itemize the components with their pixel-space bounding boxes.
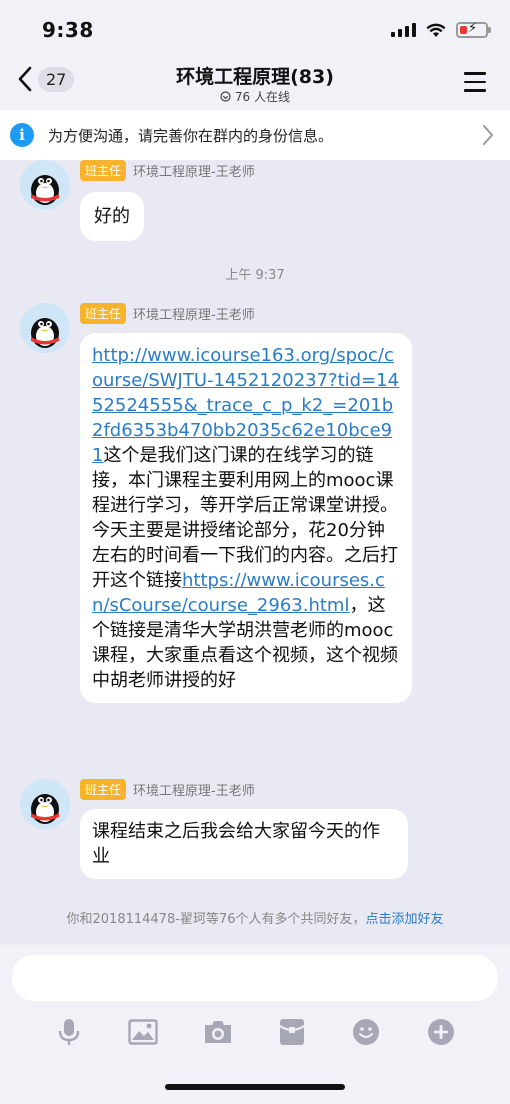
info-icon: i bbox=[10, 123, 34, 147]
message-bubble[interactable]: 好的 bbox=[80, 192, 144, 241]
wifi-icon bbox=[426, 23, 446, 37]
status-time: 9:38 bbox=[42, 18, 94, 42]
online-count-text: 76 人在线 bbox=[234, 90, 290, 104]
microphone-icon bbox=[58, 1019, 80, 1045]
common-friends-text: 你和2018114478-翟珂等76个人有多个共同好友， bbox=[66, 912, 366, 927]
signal-icon bbox=[391, 23, 416, 37]
image-icon bbox=[128, 1019, 159, 1045]
add-friend-link[interactable]: 点击添加好友 bbox=[365, 912, 443, 927]
notice-bar[interactable]: i 为方便沟通，请完善你在群内的身份信息。 bbox=[0, 110, 510, 160]
role-badge: 班主任 bbox=[80, 160, 127, 181]
role-badge: 班主任 bbox=[80, 779, 127, 800]
avatar[interactable] bbox=[20, 160, 70, 210]
avatar[interactable] bbox=[20, 303, 70, 353]
camera-icon bbox=[204, 1021, 231, 1043]
emoji-button[interactable] bbox=[351, 1017, 381, 1047]
plus-icon bbox=[427, 1019, 454, 1045]
penguin-avatar-icon bbox=[20, 160, 70, 210]
camera-button[interactable] bbox=[203, 1017, 233, 1047]
message-bubble[interactable]: 课程结束之后我会给大家留今天的作业 bbox=[80, 809, 408, 879]
menu-button[interactable] bbox=[464, 72, 486, 98]
chat-header: 27 环境工程原理(83) 76 人在线 bbox=[0, 60, 510, 110]
red-packet-icon bbox=[279, 1019, 305, 1045]
sender-line: 班主任 环境工程原理-王老师 bbox=[80, 779, 255, 800]
input-toolbar bbox=[0, 1017, 510, 1047]
message-bubble[interactable]: http://www.icourse163.org/spoc/course/SW… bbox=[80, 333, 412, 703]
group-title: 环境工程原理(83) bbox=[176, 66, 334, 88]
home-indicator bbox=[165, 1084, 345, 1090]
sender-name[interactable]: 环境工程原理-王老师 bbox=[133, 780, 255, 799]
notice-text: 为方便沟通，请完善你在群内的身份信息。 bbox=[48, 126, 334, 145]
message-text: 好的 bbox=[94, 206, 130, 227]
role-badge: 班主任 bbox=[80, 303, 127, 324]
emoji-icon bbox=[353, 1019, 380, 1045]
penguin-avatar-icon bbox=[20, 303, 70, 353]
battery-icon: ⚡ bbox=[456, 21, 491, 38]
sender-line: 班主任 环境工程原理-王老师 bbox=[80, 303, 255, 324]
status-icons: ⚡ bbox=[391, 21, 491, 38]
chevron-right-icon bbox=[483, 125, 493, 145]
sender-name[interactable]: 环境工程原理-王老师 bbox=[133, 304, 255, 323]
image-button[interactable] bbox=[128, 1017, 159, 1047]
common-friends-note: 你和2018114478-翟珂等76个人有多个共同好友，点击添加好友 bbox=[0, 908, 510, 927]
red-packet-button[interactable] bbox=[277, 1017, 307, 1047]
status-bar: 9:38 ⚡ bbox=[0, 0, 510, 60]
penguin-avatar-icon bbox=[20, 779, 70, 829]
microphone-button[interactable] bbox=[54, 1017, 84, 1047]
online-icon bbox=[220, 91, 231, 102]
sender-line: 班主任 环境工程原理-王老师 bbox=[80, 160, 255, 181]
sender-name[interactable]: 环境工程原理-王老师 bbox=[133, 161, 255, 180]
online-count: 76 人在线 bbox=[0, 88, 510, 105]
avatar[interactable] bbox=[20, 779, 70, 829]
message-text: 课程结束之后我会给大家留今天的作业 bbox=[92, 821, 380, 867]
timestamp: 上午 9:37 bbox=[225, 268, 285, 283]
message-input[interactable] bbox=[12, 955, 498, 1001]
plus-button[interactable] bbox=[426, 1017, 456, 1047]
input-area bbox=[0, 945, 510, 1104]
